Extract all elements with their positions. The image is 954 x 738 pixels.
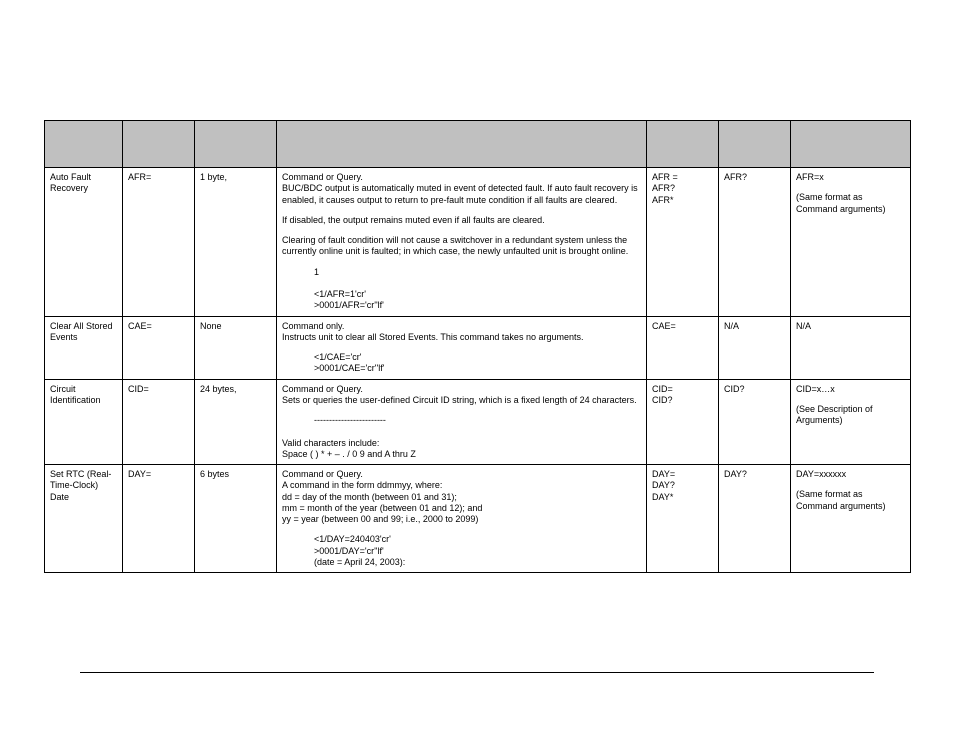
footer-rule (80, 672, 874, 673)
resp-note: (See Description of Arguments) (796, 404, 873, 425)
desc-line: A command in the form ddmmyy, where: (282, 480, 442, 490)
col-arguments (195, 121, 277, 168)
cell-response-qry: N/A (791, 316, 911, 379)
example-line: <1/CAE='cr' (282, 352, 641, 363)
cell-command: CAE= (123, 316, 195, 379)
cell-command: CID= (123, 379, 195, 465)
cell-query: DAY? (719, 465, 791, 573)
example-line: >0001/DAY='cr''lf' (282, 546, 641, 557)
table-row: Auto Fault Recovery AFR= 1 byte, Command… (45, 168, 911, 317)
cell-query: CID? (719, 379, 791, 465)
col-response-cmd (647, 121, 719, 168)
table-header-row (45, 121, 911, 168)
desc-line: Command or Query. (282, 469, 363, 479)
desc-line: Valid characters include: (282, 438, 379, 448)
resp-main: CID=x…x (796, 384, 905, 395)
cell-response-cmd: DAY= DAY? DAY* (647, 465, 719, 573)
cell-arguments: None (195, 316, 277, 379)
example-line: >0001/AFR='cr''lf' (282, 300, 641, 311)
cell-description: Command only. Instructs unit to clear al… (277, 316, 647, 379)
cell-response-cmd: CAE= (647, 316, 719, 379)
desc-line: Command or Query. (282, 172, 363, 182)
desc-line: yy = year (between 00 and 99; i.e., 2000… (282, 514, 478, 524)
desc-rule: ------------------------ (282, 415, 641, 426)
cell-response-qry: DAY=xxxxxx (Same format as Command argum… (791, 465, 911, 573)
cell-response-qry: AFR=x (Same format as Command arguments) (791, 168, 911, 317)
cell-description: Command or Query. BUC/BDC output is auto… (277, 168, 647, 317)
cell-arguments: 24 bytes, (195, 379, 277, 465)
resp-main: AFR=x (796, 172, 905, 183)
col-command (123, 121, 195, 168)
cell-description: Command or Query. Sets or queries the us… (277, 379, 647, 465)
table-row: Circuit Identification CID= 24 bytes, Co… (45, 379, 911, 465)
table-row: Set RTC (Real-Time-Clock) Date DAY= 6 by… (45, 465, 911, 573)
col-parameter (45, 121, 123, 168)
desc-line: dd = day of the month (between 01 and 31… (282, 492, 457, 502)
command-table: Auto Fault Recovery AFR= 1 byte, Command… (44, 120, 911, 573)
example-value: 1 (282, 267, 641, 278)
cell-arguments: 1 byte, (195, 168, 277, 317)
cell-arguments: 6 bytes (195, 465, 277, 573)
desc-line: If disabled, the output remains muted ev… (282, 215, 641, 226)
cell-parameter: Clear All Stored Events (45, 316, 123, 379)
col-response-qry (791, 121, 911, 168)
example-line: <1/DAY=240403'cr' (282, 534, 641, 545)
desc-line: Space ( ) * + – . / 0 9 and A thru Z (282, 449, 416, 459)
cell-response-qry: CID=x…x (See Description of Arguments) (791, 379, 911, 465)
desc-line: Instructs unit to clear all Stored Event… (282, 332, 583, 342)
example-line: (date = April 24, 2003): (282, 557, 641, 568)
desc-line: mm = month of the year (between 01 and 1… (282, 503, 482, 513)
cell-command: DAY= (123, 465, 195, 573)
resp-note: (Same format as Command arguments) (796, 192, 886, 213)
resp-main: DAY=xxxxxx (796, 469, 905, 480)
resp-note: (Same format as Command arguments) (796, 489, 886, 510)
table-row: Clear All Stored Events CAE= None Comman… (45, 316, 911, 379)
cell-parameter: Circuit Identification (45, 379, 123, 465)
cell-description: Command or Query. A command in the form … (277, 465, 647, 573)
desc-line: Clearing of fault condition will not cau… (282, 235, 641, 258)
desc-line: BUC/BDC output is automatically muted in… (282, 183, 638, 204)
cell-response-cmd: CID= CID? (647, 379, 719, 465)
desc-line: Command or Query. (282, 384, 363, 394)
cell-query: AFR? (719, 168, 791, 317)
desc-line: Sets or queries the user-defined Circuit… (282, 395, 637, 405)
cell-command: AFR= (123, 168, 195, 317)
cell-query: N/A (719, 316, 791, 379)
example-line: <1/AFR=1'cr' (282, 289, 641, 300)
cell-parameter: Auto Fault Recovery (45, 168, 123, 317)
example-line: >0001/CAE='cr''lf' (282, 363, 641, 374)
col-description (277, 121, 647, 168)
cell-parameter: Set RTC (Real-Time-Clock) Date (45, 465, 123, 573)
command-table-wrapper: Auto Fault Recovery AFR= 1 byte, Command… (44, 120, 910, 573)
col-query (719, 121, 791, 168)
cell-response-cmd: AFR = AFR? AFR* (647, 168, 719, 317)
desc-line: Command only. (282, 321, 344, 331)
